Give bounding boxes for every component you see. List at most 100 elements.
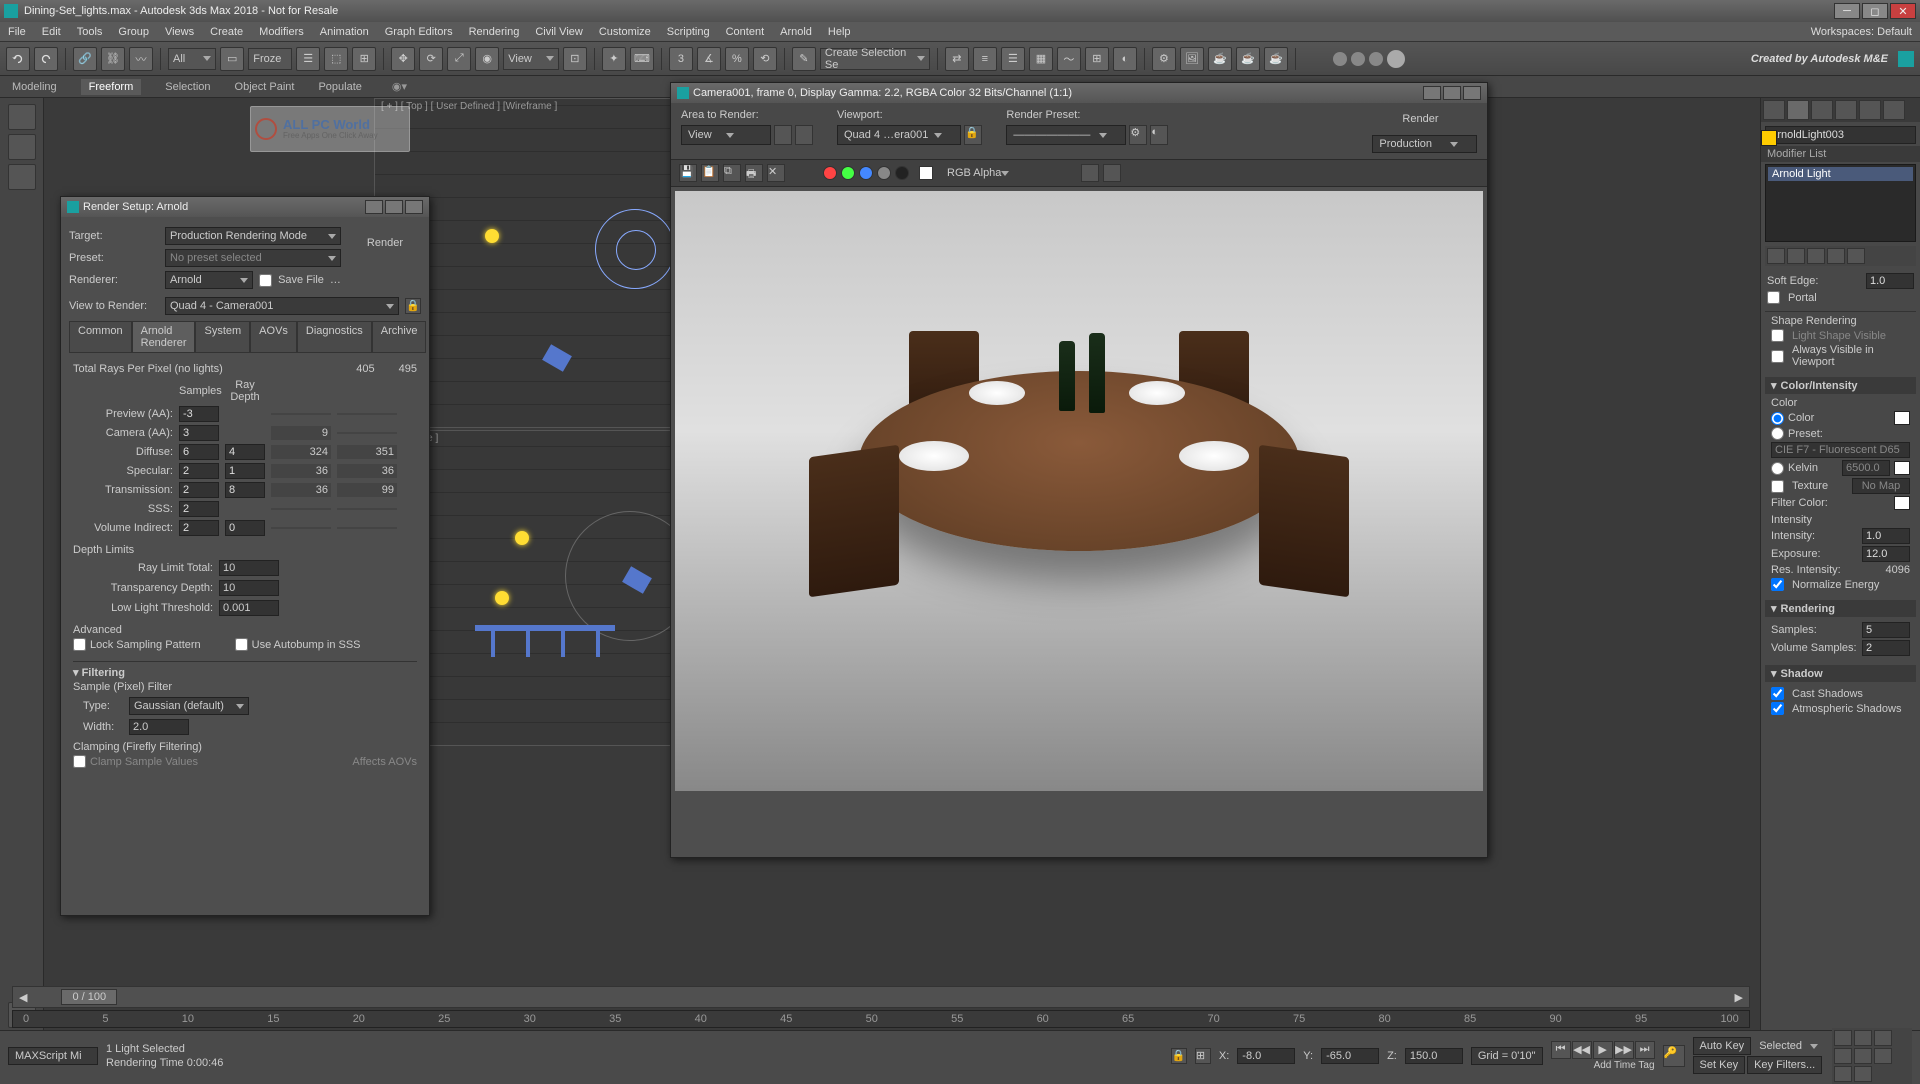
menu-edit[interactable]: Edit — [42, 26, 61, 38]
table-wireframe-top[interactable] — [595, 209, 675, 289]
play-button[interactable]: ▶ — [1593, 1041, 1613, 1059]
time-slider-knob[interactable]: 0 / 100 — [61, 989, 117, 1005]
remove-modifier-button[interactable] — [1827, 248, 1845, 264]
spinner-snap-button[interactable]: ⟲ — [753, 47, 777, 71]
maximize-button[interactable]: ◻ — [1862, 3, 1888, 19]
undo-button[interactable] — [6, 47, 30, 71]
menu-scripting[interactable]: Scripting — [667, 26, 710, 38]
lock-view-button[interactable]: 🔒 — [405, 298, 421, 314]
kelvin-swatch[interactable] — [1894, 461, 1910, 475]
manipulate-button[interactable]: ✦ — [602, 47, 626, 71]
tab-arnold-renderer[interactable]: Arnold Renderer — [132, 321, 196, 353]
save-image-button[interactable]: 💾 — [679, 164, 697, 182]
menu-grapheditors[interactable]: Graph Editors — [385, 26, 453, 38]
menu-rendering[interactable]: Rendering — [469, 26, 520, 38]
preset-combo[interactable]: No preset selected — [165, 249, 341, 267]
channel-green[interactable] — [841, 166, 855, 180]
tab-archive[interactable]: Archive — [372, 321, 427, 353]
placement-button[interactable]: ◉ — [475, 47, 499, 71]
x-field[interactable]: -8.0 — [1237, 1048, 1295, 1064]
render-setup-shortcut[interactable]: ⚙ — [1129, 125, 1147, 145]
channel-mono[interactable] — [895, 166, 909, 180]
ribbon-objectpaint[interactable]: Object Paint — [235, 81, 295, 93]
window-crossing-button[interactable]: ⊞ — [352, 47, 376, 71]
lock-sampling-checkbox[interactable] — [73, 638, 86, 651]
compare-a-button[interactable] — [1081, 164, 1099, 182]
environment-shortcut[interactable]: ◐ — [1150, 125, 1168, 145]
shadow-header[interactable]: Shadow — [1781, 668, 1823, 680]
clamp-values-checkbox[interactable] — [73, 755, 86, 768]
texture-button[interactable]: No Map — [1852, 478, 1910, 494]
pivot-button[interactable]: ⊡ — [563, 47, 587, 71]
absolute-mode-button[interactable]: ⊞ — [1195, 1048, 1211, 1064]
savefile-checkbox[interactable] — [259, 274, 272, 287]
named-selection-combo[interactable]: Create Selection Se — [820, 48, 930, 70]
ref-coord-combo[interactable]: View — [503, 48, 559, 70]
rw-max-button[interactable] — [1443, 86, 1461, 100]
nav-fov-button[interactable] — [1834, 1048, 1852, 1064]
raydepth-field[interactable]: 0 — [225, 520, 265, 536]
channel-alpha[interactable] — [877, 166, 891, 180]
show-end-result-button[interactable] — [1787, 248, 1805, 264]
move-button[interactable]: ✥ — [391, 47, 415, 71]
tab-common[interactable]: Common — [69, 321, 132, 353]
render-mode-combo[interactable]: Production — [1372, 135, 1477, 153]
render-frame-button[interactable]: 🖼 — [1180, 47, 1204, 71]
view-combo[interactable]: Quad 4 - Camera001 — [165, 297, 399, 315]
redo-button[interactable] — [34, 47, 58, 71]
select-name-button[interactable]: ☰ — [296, 47, 320, 71]
z-field[interactable]: 150.0 — [1405, 1048, 1463, 1064]
percent-snap-button[interactable]: % — [725, 47, 749, 71]
target-combo[interactable]: Production Rendering Mode — [165, 227, 341, 245]
toggle-overlay-button[interactable] — [919, 166, 933, 180]
time-slider-right-arrow[interactable]: ▶ — [1729, 991, 1749, 1004]
ribbon-populate[interactable]: Populate — [318, 81, 361, 93]
preset-radio[interactable] — [1771, 427, 1784, 440]
clear-button[interactable]: ✕ — [767, 164, 785, 182]
copy-image-button[interactable]: 📋 — [701, 164, 719, 182]
key-target-combo[interactable]: Selected — [1753, 1039, 1824, 1053]
keyfilters-button[interactable]: Key Filters... — [1747, 1056, 1822, 1074]
minimize-button[interactable]: ─ — [1834, 3, 1860, 19]
channel-blue[interactable] — [859, 166, 873, 180]
nav-pan-button[interactable] — [1834, 1030, 1852, 1046]
print-button[interactable]: 🖶 — [745, 164, 763, 182]
time-ruler[interactable]: 0510152025303540455055606570758085909510… — [12, 1010, 1750, 1028]
rotate-button[interactable]: ⟳ — [419, 47, 443, 71]
atmo-shadows-checkbox[interactable] — [1771, 702, 1784, 715]
maxscript-listener[interactable]: MAXScript Mi — [8, 1047, 98, 1065]
light-gizmo-1[interactable] — [485, 229, 499, 243]
kelvin-field[interactable]: 6500.0 — [1842, 460, 1890, 476]
menu-views[interactable]: Views — [165, 26, 194, 38]
menu-arnold[interactable]: Arnold — [780, 26, 812, 38]
configure-sets-button[interactable] — [1847, 248, 1865, 264]
menu-file[interactable]: File — [8, 26, 26, 38]
object-name-field[interactable]: ArnoldLight003 — [1765, 126, 1916, 144]
dialog-max-button[interactable] — [385, 200, 403, 214]
menu-group[interactable]: Group — [118, 26, 149, 38]
nav-zoomextents-button[interactable] — [1854, 1048, 1872, 1064]
tab-display[interactable] — [1859, 100, 1881, 120]
time-slider-left-arrow[interactable]: ◀ — [13, 991, 33, 1004]
compare-b-button[interactable] — [1103, 164, 1121, 182]
material-editor-button[interactable]: ◐ — [1113, 47, 1137, 71]
modifier-list-label[interactable]: Modifier List — [1761, 146, 1920, 162]
channel-red[interactable] — [823, 166, 837, 180]
menu-civilview[interactable]: Civil View — [535, 26, 582, 38]
chevron-down-icon[interactable]: ▾ — [1771, 602, 1777, 615]
rendered-image[interactable] — [675, 191, 1483, 791]
render-button[interactable]: ☕ — [1208, 47, 1232, 71]
clone-button[interactable]: ⧉ — [723, 164, 741, 182]
menu-modifiers[interactable]: Modifiers — [259, 26, 304, 38]
goto-end-button[interactable]: ⏭ — [1635, 1041, 1655, 1059]
toggle-ribbon-button[interactable]: ▦ — [1029, 47, 1053, 71]
modifier-item[interactable]: Arnold Light — [1768, 167, 1913, 181]
avv-checkbox[interactable] — [1771, 350, 1784, 363]
toggle-3[interactable] — [8, 164, 36, 190]
menu-help[interactable]: Help — [828, 26, 851, 38]
light-gizmo-2[interactable] — [515, 531, 529, 545]
filter-type-combo[interactable]: Gaussian (default) — [129, 697, 249, 715]
dl-field[interactable]: 10 — [219, 560, 279, 576]
portal-checkbox[interactable] — [1767, 291, 1780, 304]
nav-orbit-button[interactable] — [1874, 1048, 1892, 1064]
